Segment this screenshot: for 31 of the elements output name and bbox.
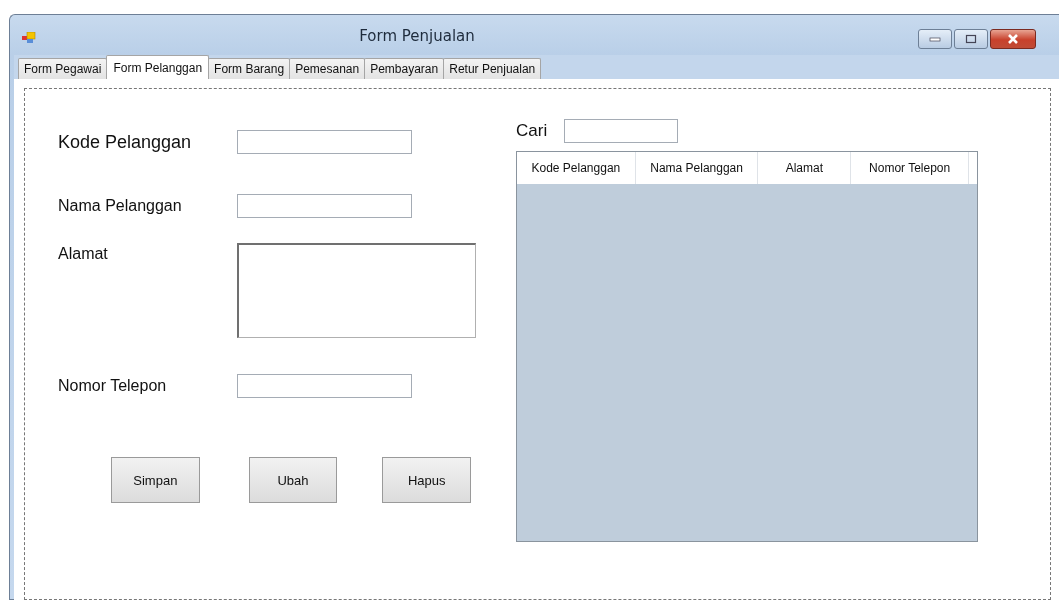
input-field[interactable] xyxy=(237,130,412,154)
tab[interactable]: Retur Penjualan xyxy=(443,58,542,79)
input-field[interactable] xyxy=(237,194,412,218)
minimize-icon xyxy=(929,36,941,42)
maximize-button[interactable] xyxy=(954,29,988,49)
field-label: Alamat xyxy=(58,245,109,263)
tab[interactable]: Pemesanan xyxy=(289,58,366,79)
field-label: Nomor Telepon xyxy=(58,377,168,395)
textarea-field[interactable] xyxy=(237,243,476,338)
field-label: Kode Pelanggan xyxy=(58,131,193,153)
action-button[interactable]: Hapus xyxy=(382,457,471,503)
tab[interactable]: Form Barang xyxy=(208,58,291,79)
column-header[interactable]: Alamat xyxy=(758,152,852,184)
close-icon xyxy=(1007,34,1019,44)
minimize-button[interactable] xyxy=(918,29,952,49)
close-button[interactable] xyxy=(990,29,1036,49)
field-label: Nama Pelanggan xyxy=(58,197,183,215)
app-icon xyxy=(22,32,36,44)
action-button[interactable]: Ubah xyxy=(248,457,338,503)
tab[interactable]: Form Pelanggan xyxy=(106,55,210,79)
input-field[interactable] xyxy=(237,374,412,398)
maximize-icon xyxy=(965,34,977,44)
tab[interactable]: Form Pegawai xyxy=(18,58,108,79)
column-header[interactable]: Kode Pelanggan xyxy=(517,152,636,184)
window-title: Form Penjualan xyxy=(358,27,476,45)
search-field[interactable] xyxy=(564,119,678,143)
tab[interactable]: Pembayaran xyxy=(364,58,445,79)
search-label: Cari xyxy=(516,121,549,141)
column-header[interactable]: Nama Pelanggan xyxy=(635,152,759,184)
action-button[interactable]: Simpan xyxy=(111,457,200,503)
column-header[interactable]: Nomor Telepon xyxy=(851,152,969,184)
